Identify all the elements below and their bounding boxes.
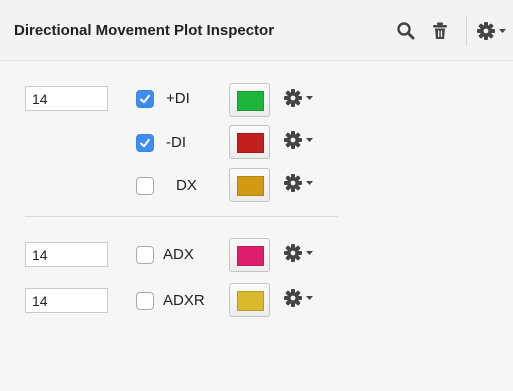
gear-menu-icon[interactable] (282, 242, 322, 266)
color-swatch (237, 91, 264, 111)
plus-di-label: +DI (166, 90, 190, 107)
adx-label: ADX (163, 246, 194, 263)
plot-row-dx: DX (0, 166, 513, 206)
minus-di-color-button[interactable] (229, 125, 270, 159)
search-icon[interactable] (396, 21, 416, 41)
plus-di-color-button[interactable] (229, 83, 270, 117)
plot-row-minus-di: -DI (0, 123, 513, 163)
minus-di-checkbox[interactable] (136, 134, 154, 152)
panel-title: Directional Movement Plot Inspector (14, 22, 275, 39)
adx-color-button[interactable] (229, 238, 270, 272)
plot-row-adx: ADX (0, 236, 513, 276)
trash-icon[interactable] (430, 21, 450, 41)
plot-inspector-panel: Directional Movement Plot Inspector 14 +… (0, 0, 513, 391)
adx-checkbox[interactable] (136, 246, 154, 264)
header-separator (466, 16, 467, 46)
adxr-color-button[interactable] (229, 283, 270, 317)
color-swatch (237, 291, 264, 311)
minus-di-label: -DI (166, 134, 186, 151)
dx-checkbox[interactable] (136, 177, 154, 195)
period-input[interactable] (25, 288, 108, 313)
gear-menu-icon[interactable] (282, 87, 322, 111)
adxr-checkbox[interactable] (136, 292, 154, 310)
gear-menu-icon[interactable] (282, 287, 322, 311)
gear-menu-icon[interactable] (282, 129, 322, 153)
section-divider (25, 216, 338, 217)
dx-color-button[interactable] (229, 168, 270, 202)
period-input[interactable] (25, 242, 108, 267)
color-swatch (237, 246, 264, 266)
inspector-header: Directional Movement Plot Inspector (0, 0, 513, 61)
plot-row-plus-di: +DI (0, 81, 513, 121)
gear-menu-icon[interactable] (282, 172, 322, 196)
color-swatch (237, 133, 264, 153)
color-swatch (237, 176, 264, 196)
adxr-label: ADXR (163, 292, 205, 309)
plus-di-checkbox[interactable] (136, 90, 154, 108)
gear-menu-icon[interactable] (476, 21, 510, 41)
period-input[interactable] (25, 86, 108, 111)
dx-label: DX (176, 177, 197, 194)
plot-row-adxr: ADXR (0, 280, 513, 320)
